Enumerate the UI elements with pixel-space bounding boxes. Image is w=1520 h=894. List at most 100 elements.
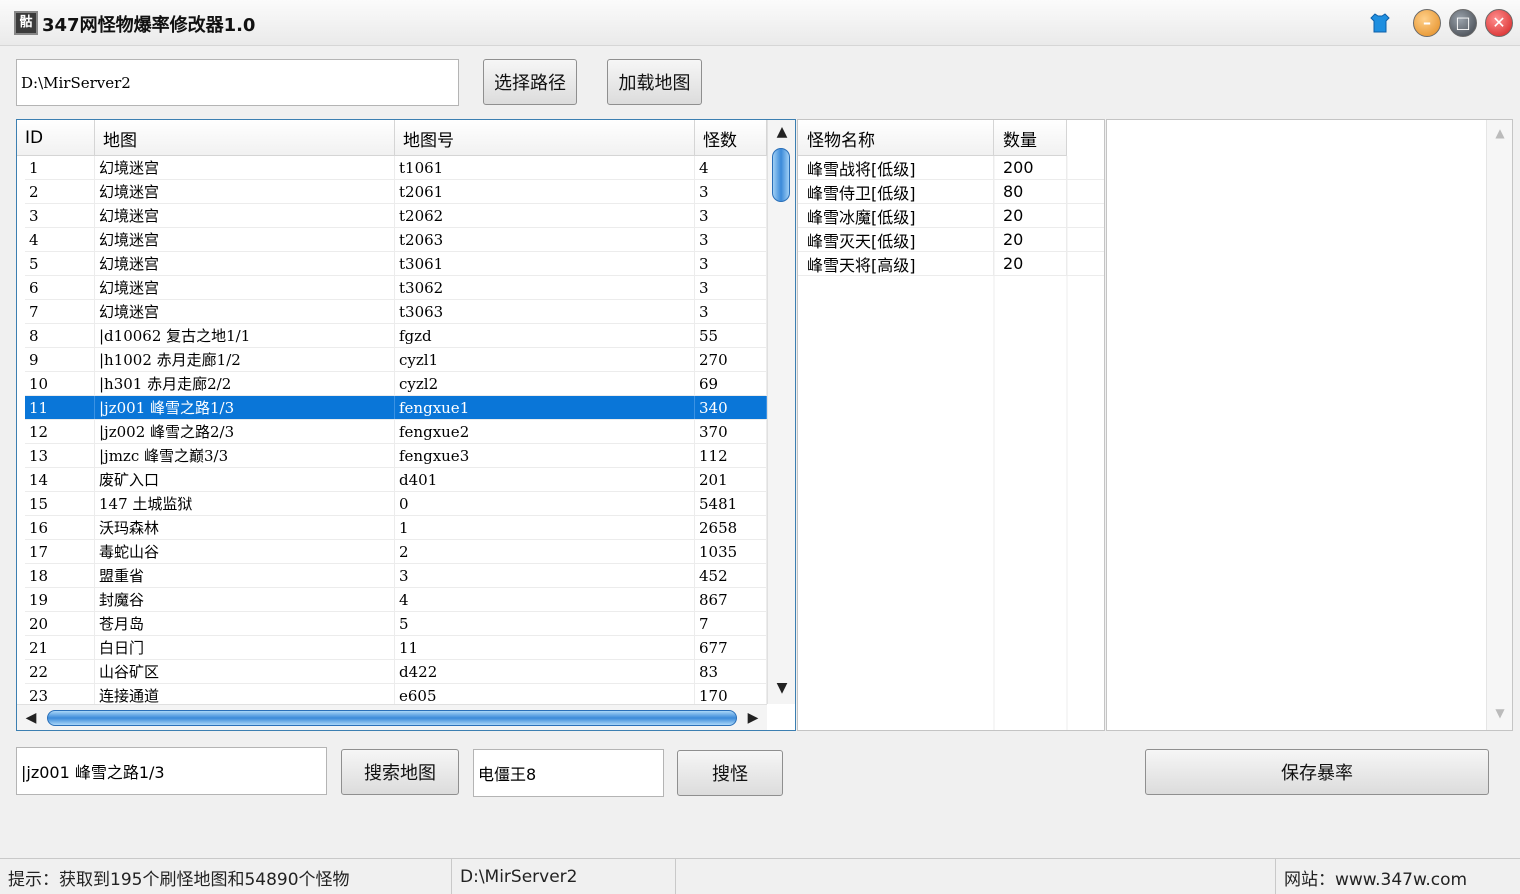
map-row[interactable]: 20 苍月岛 5 7 (25, 612, 767, 636)
monster-row[interactable]: 峰雪侍卫[低级] 80 (798, 180, 1104, 204)
map-row[interactable]: 5 幻境迷宫 t3061 3 (25, 252, 767, 276)
cell-id: 1 (25, 156, 95, 179)
editor-scrollbar[interactable]: ▲ ▼ (1486, 120, 1512, 730)
map-row[interactable]: 16 沃玛森林 1 2658 (25, 516, 767, 540)
map-row[interactable]: 10 |h301 赤月走廊2/2 cyzl2 69 (25, 372, 767, 396)
cell-map: |jmzc 峰雪之巅3/3 (95, 444, 395, 467)
cell-map-code: cyzl1 (395, 348, 695, 371)
monster-list[interactable]: 怪物名称 数量 峰雪战将[低级] 200 峰雪侍卫[低级] 80 峰雪冰魔[低级] 20 峰… (797, 119, 1105, 731)
cell-id: 20 (25, 612, 95, 635)
column-id[interactable]: ID (17, 120, 95, 156)
map-row[interactable]: 6 幻境迷宫 t3062 3 (25, 276, 767, 300)
map-search-input[interactable]: |jz001 峰雪之路1/3 (16, 747, 327, 795)
minimize-button[interactable]: – (1413, 9, 1441, 37)
column-monster-count[interactable]: 怪数 (695, 120, 767, 156)
cell-monster-count: 867 (695, 588, 767, 611)
column-monster-name[interactable]: 怪物名称 (798, 120, 994, 156)
skin-icon[interactable] (1368, 11, 1392, 35)
cell-quantity: 20 (994, 204, 1067, 227)
column-map-code[interactable]: 地图号 (395, 120, 695, 156)
server-path-input[interactable]: D:\MirServer2 (16, 59, 459, 106)
column-map[interactable]: 地图 (95, 120, 395, 156)
cell-monster-count: 201 (695, 468, 767, 491)
column-quantity[interactable]: 数量 (994, 120, 1067, 156)
cell-map-code: t2061 (395, 180, 695, 203)
map-row[interactable]: 23 连接通道 e605 170 (25, 684, 767, 704)
cell-map: 幻境迷宫 (95, 276, 395, 299)
map-list-horizontal-scrollbar[interactable]: ◀ ▶ (17, 704, 767, 730)
status-bar: 提示：获取到195个刷怪地图和54890个怪物 D:\MirServer2 网站… (0, 858, 1520, 894)
cell-id: 9 (25, 348, 95, 371)
map-row[interactable]: 1 幻境迷宫 t1061 4 (25, 156, 767, 180)
editor-scroll-up-icon[interactable]: ▲ (1487, 126, 1513, 140)
map-row[interactable]: 17 毒蛇山谷 2 1035 (25, 540, 767, 564)
vertical-scroll-thumb[interactable] (772, 148, 790, 202)
map-row[interactable]: 11 |jz001 峰雪之路1/3 fengxue1 340 (25, 396, 767, 420)
cell-map: 白日门 (95, 636, 395, 659)
monster-row[interactable]: 峰雪战将[低级] 200 (798, 156, 1104, 180)
drop-rate-editor[interactable]: ▲ ▼ (1106, 119, 1513, 731)
cell-map-code: t2062 (395, 204, 695, 227)
map-list[interactable]: ID 地图 地图号 怪数 1 幻境迷宫 t1061 4 2 幻境迷宫 t2061 3 3 幻… (16, 119, 796, 731)
map-row[interactable]: 18 盟重省 3 452 (25, 564, 767, 588)
editor-scroll-down-icon[interactable]: ▼ (1487, 706, 1513, 720)
cell-map-code: 11 (395, 636, 695, 659)
map-row[interactable]: 22 山谷矿区 d422 83 (25, 660, 767, 684)
map-row[interactable]: 14 废矿入口 d401 201 (25, 468, 767, 492)
search-monster-button[interactable]: 搜怪 (677, 750, 783, 796)
cell-id: 23 (25, 684, 95, 704)
map-row[interactable]: 7 幻境迷宫 t3063 3 (25, 300, 767, 324)
cell-monster-count: 270 (695, 348, 767, 371)
map-row[interactable]: 15 147 土城监狱 0 5481 (25, 492, 767, 516)
cell-map: 幻境迷宫 (95, 156, 395, 179)
map-row[interactable]: 19 封魔谷 4 867 (25, 588, 767, 612)
map-row[interactable]: 21 白日门 11 677 (25, 636, 767, 660)
maximize-button[interactable]: □ (1449, 9, 1477, 37)
cell-monster-name: 峰雪战将[低级] (798, 156, 994, 179)
select-path-button[interactable]: 选择路径 (483, 59, 577, 105)
cell-map: 连接通道 (95, 684, 395, 704)
cell-map-code: t1061 (395, 156, 695, 179)
save-drop-rate-button[interactable]: 保存暴率 (1145, 749, 1489, 795)
load-map-button[interactable]: 加载地图 (607, 59, 702, 105)
status-website: 网站：www.347w.com (1284, 869, 1468, 890)
cell-quantity: 80 (994, 180, 1067, 203)
cell-map-code: fengxue2 (395, 420, 695, 443)
cell-map-code: t3063 (395, 300, 695, 323)
monster-row[interactable]: 峰雪灭天[低级] 20 (798, 228, 1104, 252)
map-row[interactable]: 9 |h1002 赤月走廊1/2 cyzl1 270 (25, 348, 767, 372)
cell-monster-name: 峰雪天将[高级] (798, 252, 994, 275)
scroll-right-icon[interactable]: ▶ (741, 705, 765, 730)
scroll-up-icon[interactable]: ▲ (768, 120, 795, 144)
scroll-down-icon[interactable]: ▼ (768, 676, 795, 700)
monster-search-input[interactable]: 电僵王8 (473, 749, 664, 797)
map-row[interactable]: 4 幻境迷宫 t2063 3 (25, 228, 767, 252)
monster-row[interactable]: 峰雪冰魔[低级] 20 (798, 204, 1104, 228)
map-row[interactable]: 12 |jz002 峰雪之路2/3 fengxue2 370 (25, 420, 767, 444)
close-button[interactable]: ✕ (1485, 9, 1513, 37)
minimize-icon: – (1423, 13, 1431, 32)
horizontal-scroll-thumb[interactable] (47, 710, 737, 726)
map-row[interactable]: 13 |jmzc 峰雪之巅3/3 fengxue3 112 (25, 444, 767, 468)
cell-id: 13 (25, 444, 95, 467)
cell-id: 3 (25, 204, 95, 227)
map-list-vertical-scrollbar[interactable]: ▲ ▼ (767, 120, 795, 704)
map-row[interactable]: 3 幻境迷宫 t2062 3 (25, 204, 767, 228)
map-row[interactable]: 8 |d10062 复古之地1/1 fgzd 55 (25, 324, 767, 348)
cell-monster-count: 1035 (695, 540, 767, 563)
cell-map-code: d401 (395, 468, 695, 491)
cell-id: 22 (25, 660, 95, 683)
scroll-left-icon[interactable]: ◀ (19, 705, 43, 730)
map-row[interactable]: 2 幻境迷宫 t2061 3 (25, 180, 767, 204)
cell-id: 5 (25, 252, 95, 275)
cell-monster-name: 峰雪侍卫[低级] (798, 180, 994, 203)
monster-row[interactable]: 峰雪天将[高级] 20 (798, 252, 1104, 276)
cell-map-code: fengxue3 (395, 444, 695, 467)
cell-monster-count: 4 (695, 156, 767, 179)
search-map-button[interactable]: 搜索地图 (341, 749, 459, 795)
cell-monster-count: 3 (695, 228, 767, 251)
cell-id: 8 (25, 324, 95, 347)
cell-map: |jz001 峰雪之路1/3 (95, 396, 395, 419)
cell-monster-count: 3 (695, 252, 767, 275)
cell-monster-count: 3 (695, 204, 767, 227)
